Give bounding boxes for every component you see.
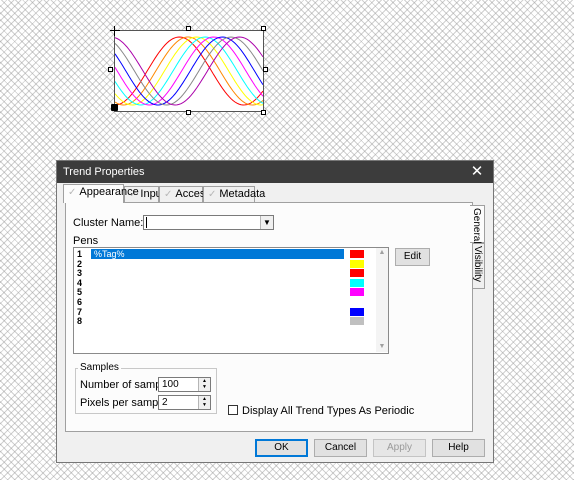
pen-row[interactable]: 7 (75, 307, 377, 317)
pixels-per-sample-label: Pixels per sample: (80, 397, 170, 409)
ok-button[interactable]: OK (255, 439, 308, 457)
chevron-down-icon[interactable]: ▼ (260, 216, 273, 229)
pen-row[interactable]: 1 %Tag% (75, 249, 377, 259)
trend-line (114, 36, 264, 106)
pen-row[interactable]: 4 (75, 278, 377, 288)
pen-color-swatch[interactable] (350, 250, 364, 258)
pen-number: 1 (77, 249, 83, 259)
trend-plot (114, 30, 264, 112)
tab-page-content: Cluster Name: ▼ Pens 1 %Tag% 2 3 4 5 6 7 8 ▲ ▼ E… (65, 202, 473, 432)
pen-row[interactable]: 8 (75, 316, 377, 326)
resize-handle-bottom-right[interactable] (261, 110, 266, 115)
pen-number: 3 (77, 268, 83, 279)
trend-properties-dialog: Trend Properties ✕ ✓ Appearance ✓ Input ✓ A… (56, 160, 494, 463)
text-caret (146, 217, 147, 228)
resize-handle-bottom[interactable] (186, 110, 191, 115)
pens-list[interactable]: 1 %Tag% 2 3 4 5 6 7 8 ▲ ▼ (73, 247, 389, 354)
scroll-up-icon[interactable]: ▲ (376, 248, 388, 258)
resize-handle-top[interactable] (186, 26, 191, 31)
pen-color-swatch[interactable] (350, 269, 364, 278)
pen-number: 2 (77, 258, 83, 269)
check-icon: ✓ (208, 189, 217, 200)
close-icon[interactable]: ✕ (467, 162, 487, 182)
trend-object[interactable] (108, 26, 268, 115)
move-handle-icon[interactable] (110, 26, 120, 36)
pens-scrollbar[interactable]: ▲ ▼ (376, 248, 388, 352)
pen-color-swatch[interactable] (350, 259, 364, 268)
cluster-name-label: Cluster Name: (73, 217, 144, 229)
cancel-button[interactable]: Cancel (314, 439, 367, 457)
pen-color-swatch[interactable] (350, 307, 364, 316)
pen-color-swatch[interactable] (350, 288, 364, 297)
edit-button[interactable]: Edit (395, 248, 430, 266)
pen-number: 6 (77, 297, 83, 307)
spinner-arrows[interactable]: ▲ ▼ (198, 378, 210, 391)
number-of-samples-spinner[interactable]: 100 ▲ ▼ (158, 377, 211, 392)
check-icon: ✓ (164, 189, 173, 200)
spinner-arrows[interactable]: ▲ ▼ (198, 396, 210, 409)
pen-number: 8 (77, 316, 83, 327)
pen-number: 7 (77, 306, 83, 317)
pen-row[interactable]: 3 (75, 268, 377, 278)
cluster-name-combo[interactable]: ▼ (143, 215, 274, 230)
check-icon: ✓ (68, 187, 77, 198)
apply-button[interactable]: Apply (373, 439, 426, 457)
scroll-down-icon[interactable]: ▼ (376, 342, 388, 352)
help-button[interactable]: Help (432, 439, 485, 457)
tab-access[interactable]: ✓ Access (159, 186, 211, 202)
spin-down-icon[interactable]: ▼ (199, 384, 210, 390)
pen-row[interactable]: 2 (75, 259, 377, 269)
spin-down-icon[interactable]: ▼ (199, 402, 210, 408)
samples-group: Samples Number of samples: 100 ▲ ▼ Pixel… (75, 362, 217, 414)
samples-group-label: Samples (78, 362, 121, 373)
trend-curves (114, 36, 264, 106)
periodic-checkbox[interactable] (228, 405, 238, 415)
pens-label: Pens (73, 235, 99, 247)
pen-row[interactable]: 5 (75, 287, 377, 297)
selection-highlight (91, 249, 344, 259)
pen-row[interactable]: 6 (75, 297, 377, 307)
resize-handle-right[interactable] (263, 67, 268, 72)
pen-color-swatch[interactable] (350, 278, 364, 287)
periodic-label: Display All Trend Types As Periodic (242, 405, 415, 417)
side-tab-visibility[interactable]: Visibility (471, 243, 485, 289)
dialog-titlebar[interactable]: Trend Properties ✕ (57, 161, 493, 183)
pen-color-swatch[interactable] (350, 317, 364, 326)
anchor-handle-icon[interactable] (111, 104, 118, 111)
pen-tag: %Tag% (94, 249, 125, 259)
pen-number: 4 (77, 277, 83, 288)
dialog-title: Trend Properties (63, 166, 145, 178)
resize-handle-top-right[interactable] (261, 26, 266, 31)
pen-number: 5 (77, 287, 83, 298)
tab-appearance[interactable]: ✓ Appearance (63, 184, 139, 203)
resize-handle-left[interactable] (108, 67, 113, 72)
pixels-per-sample-spinner[interactable]: 2 ▲ ▼ (158, 395, 211, 410)
tab-metadata[interactable]: ✓ Metadata (203, 186, 265, 202)
